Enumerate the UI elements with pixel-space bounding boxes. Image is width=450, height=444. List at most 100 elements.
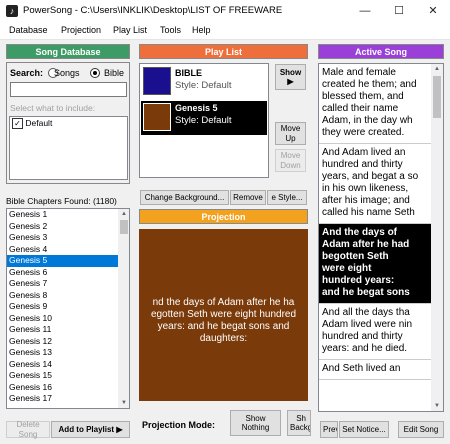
chapter-list-item[interactable]: Genesis 6 <box>7 267 118 279</box>
chapters-found-label: Bible Chapters Found: (1180) <box>6 196 117 206</box>
chapter-list: Genesis 1 Genesis 2 Genesis 3 Genesis 4 Gene… <box>6 208 130 409</box>
chapter-list-item[interactable]: Genesis 1 <box>7 209 118 221</box>
change-background-button[interactable]: Change Background... <box>140 190 229 205</box>
verse-block[interactable]: And Seth lived an <box>319 360 431 380</box>
show-background-button[interactable]: Sh Backg <box>287 410 311 436</box>
chapter-list-item[interactable]: Genesis 2 <box>7 221 118 233</box>
verse-line: in his own likeness, <box>322 183 409 194</box>
projection-preview: nd the days of Adam after he ha egotten … <box>139 229 308 401</box>
songs-radio-label: Songs <box>54 68 80 78</box>
include-list: ✓ Default <box>9 116 128 180</box>
menu-help[interactable]: Help <box>192 25 211 35</box>
verse-line: called their name <box>322 103 399 114</box>
chapter-list-item[interactable]: Genesis 5 <box>7 255 118 267</box>
title-bar: ♪ PowerSong - C:\Users\INKLIK\Desktop\LI… <box>0 0 450 22</box>
verse-line: called his name Seth <box>322 207 415 218</box>
chapter-list-item[interactable]: Genesis 3 <box>7 232 118 244</box>
chapter-list-scrollbar[interactable]: ▲ ▼ <box>118 209 129 408</box>
verse-line: Male and female <box>322 67 396 78</box>
show-button-label: Show <box>279 67 302 77</box>
chapter-list-item[interactable]: Genesis 10 <box>7 313 118 325</box>
verse-line: begotten Seth <box>322 251 389 262</box>
menu-bar: Database Projection Play List Tools Help <box>0 22 450 40</box>
show-button[interactable]: Show ▶ <box>275 64 306 90</box>
background-swatch <box>143 103 171 131</box>
bible-radio[interactable] <box>90 68 100 78</box>
previous-button[interactable]: Prev <box>320 421 338 438</box>
menu-tools[interactable]: Tools <box>160 25 181 35</box>
chapter-list-item[interactable]: Genesis 15 <box>7 370 118 382</box>
set-notice-button[interactable]: Set Notice... <box>339 421 389 438</box>
verse-line: And Adam lived an <box>322 147 406 158</box>
verses-scrollbar[interactable]: ▲ ▼ <box>431 64 443 411</box>
verse-line: years, and begat a so <box>322 171 419 182</box>
chapter-list-item[interactable]: Genesis 14 <box>7 359 118 371</box>
chapter-list-item[interactable]: Genesis 9 <box>7 301 118 313</box>
menu-projection[interactable]: Projection <box>61 25 101 35</box>
projection-header: Projection <box>139 209 308 224</box>
verse-line: And all the days tha <box>322 307 410 318</box>
menu-play-list[interactable]: Play List <box>113 25 147 35</box>
verse-line: after his image; and <box>322 195 410 206</box>
chapter-list-item[interactable]: Genesis 4 <box>7 244 118 256</box>
include-item-default[interactable]: ✓ Default <box>10 117 127 130</box>
menu-database[interactable]: Database <box>9 25 48 35</box>
chapter-list-item[interactable]: Genesis 7 <box>7 278 118 290</box>
verse-line: And Seth lived an <box>322 363 401 374</box>
bible-radio-label: Bible <box>104 68 125 78</box>
move-down-button[interactable]: Move Down <box>275 149 306 172</box>
scroll-up-icon[interactable]: ▲ <box>118 209 129 219</box>
window-title: PowerSong - C:\Users\INKLIK\Desktop\LIST… <box>23 5 283 16</box>
chapter-list-item[interactable]: Genesis 13 <box>7 347 118 359</box>
chapter-list-item[interactable]: Genesis 17 <box>7 393 118 405</box>
scroll-up-icon[interactable]: ▲ <box>431 64 443 74</box>
close-button[interactable]: ✕ <box>416 0 450 22</box>
move-up-button[interactable]: Move Up <box>275 122 306 145</box>
verse-line: years: and he died. <box>322 343 408 354</box>
include-label: Select what to include: <box>10 103 96 113</box>
playlist-item-genesis-5[interactable]: Genesis 5 Style: Default <box>141 101 267 135</box>
verse-line: hundred years: <box>322 275 395 286</box>
playlist-item-bible[interactable]: BIBLE Style: Default <box>141 65 267 99</box>
scroll-down-icon[interactable]: ▼ <box>431 401 443 411</box>
change-style-button[interactable]: e Style... <box>267 190 307 205</box>
remove-button[interactable]: Remove <box>230 190 266 205</box>
verse-block[interactable]: And the days of Adam after he had begotten… <box>319 224 431 304</box>
projection-line: egotten Seth were eight hundred <box>150 309 297 320</box>
chapter-list-item[interactable]: Genesis 8 <box>7 290 118 302</box>
show-nothing-button[interactable]: Show Nothing <box>230 410 281 436</box>
chapter-list-item[interactable]: Genesis 16 <box>7 382 118 394</box>
verse-block[interactable]: Male and female created he them; and bless… <box>319 64 431 144</box>
verse-line: blessed them, and <box>322 91 404 102</box>
play-list-header: Play List <box>139 44 308 59</box>
chapter-list-item[interactable]: Genesis 11 <box>7 324 118 336</box>
delete-song-button[interactable]: Delete Song <box>6 420 50 439</box>
verse-line: created he them; and <box>322 79 417 90</box>
search-box-group: Search: Songs Bible Select what to inclu… <box>6 62 130 184</box>
verse-line: hundred and thirty <box>322 331 403 342</box>
chapter-list-item[interactable]: Genesis 12 <box>7 336 118 348</box>
verse-line: they were created. <box>322 127 405 138</box>
search-input[interactable] <box>10 82 127 97</box>
playlist-item-style: Style: Default <box>175 115 232 126</box>
search-label: Search: <box>10 68 44 78</box>
verse-block[interactable]: And Adam lived an hundred and thirty years… <box>319 144 431 224</box>
edit-song-button[interactable]: Edit Song <box>398 421 444 438</box>
verse-line: and he begat sons <box>322 287 410 298</box>
scroll-down-icon[interactable]: ▼ <box>118 398 129 408</box>
minimize-button[interactable]: — <box>348 0 382 22</box>
active-song-header: Active Song <box>318 44 444 59</box>
song-database-header: Song Database <box>6 44 130 59</box>
projection-text: nd the days of Adam after he ha egotten … <box>139 297 308 345</box>
playlist-item-title: BIBLE <box>175 68 202 78</box>
scroll-thumb[interactable] <box>120 220 128 234</box>
include-item-label: Default <box>25 118 53 128</box>
projection-line: daughters: <box>199 333 248 344</box>
add-to-playlist-button[interactable]: Add to Playlist ▶ <box>51 421 130 438</box>
verse-block[interactable]: And all the days tha Adam lived were nin h… <box>319 304 431 360</box>
play-list: BIBLE Style: Default Genesis 5 Style: De… <box>139 63 269 178</box>
scroll-thumb[interactable] <box>433 76 441 118</box>
checkbox-checked-icon[interactable]: ✓ <box>12 118 23 130</box>
maximize-button[interactable]: ☐ <box>382 0 416 22</box>
projection-line: years: and he begat sons and <box>157 321 290 332</box>
